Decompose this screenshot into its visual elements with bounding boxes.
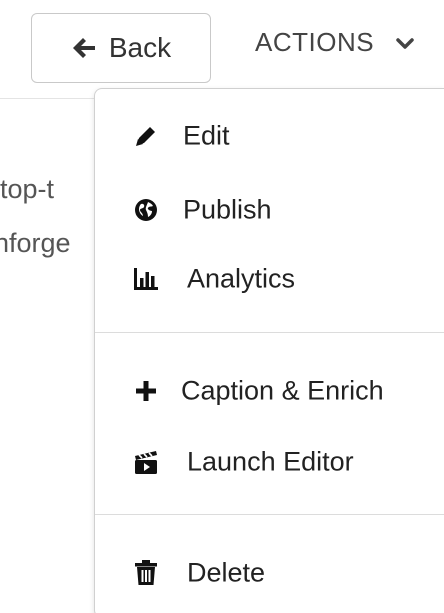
menu-item-publish[interactable]: Publish <box>95 182 444 238</box>
clapperboard-icon <box>131 447 161 477</box>
arrow-left-icon <box>71 36 97 60</box>
menu-item-caption-enrich[interactable]: Caption & Enrich <box>95 363 444 419</box>
menu-item-label: Caption & Enrich <box>181 375 384 406</box>
menu-item-label: Delete <box>187 557 266 588</box>
plus-icon <box>131 376 161 406</box>
menu-divider <box>95 332 444 333</box>
back-button[interactable]: Back <box>31 13 211 83</box>
background-text-line: nforge <box>0 228 98 259</box>
menu-item-label: Publish <box>183 194 272 225</box>
actions-menu: Edit Publish Analytics Caption & Enrich … <box>94 88 444 613</box>
globe-icon <box>131 195 161 225</box>
menu-item-edit[interactable]: Edit <box>95 108 444 164</box>
menu-item-label: Analytics <box>187 263 296 294</box>
actions-dropdown-toggle[interactable]: ACTIONS <box>255 27 414 58</box>
pencil-icon <box>131 121 161 151</box>
menu-item-launch-editor[interactable]: Launch Editor <box>95 434 444 490</box>
chevron-down-icon <box>396 27 414 58</box>
bar-chart-icon <box>131 264 161 294</box>
trash-icon <box>131 558 161 588</box>
background-text: nforge <box>0 228 71 258</box>
menu-item-delete[interactable]: Delete <box>95 545 444 601</box>
background-text: top-t <box>0 174 55 204</box>
menu-divider <box>95 514 444 515</box>
back-button-label: Back <box>108 32 172 63</box>
background-text-line: top-t <box>0 174 98 205</box>
menu-item-label: Launch Editor <box>187 446 354 477</box>
actions-label: ACTIONS <box>255 27 375 57</box>
menu-item-label: Edit <box>183 120 230 151</box>
menu-item-analytics[interactable]: Analytics <box>95 251 444 307</box>
page: Back ACTIONS top-t nforge Edit Publish A… <box>0 0 444 613</box>
